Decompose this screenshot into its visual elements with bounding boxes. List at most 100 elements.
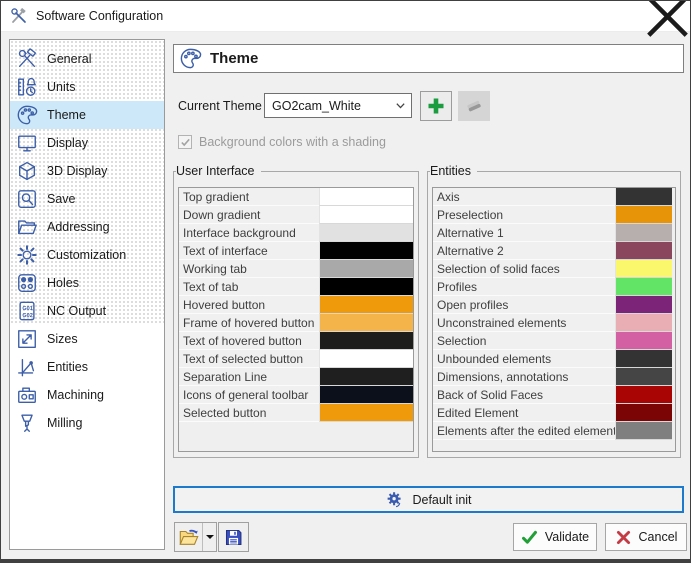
- units-icon: [16, 76, 38, 98]
- color-row-label: Back of Solid Faces: [433, 386, 615, 404]
- color-swatch[interactable]: [319, 386, 413, 404]
- default-init-button[interactable]: Default init: [173, 486, 684, 513]
- color-row-profiles[interactable]: Profiles: [433, 278, 675, 296]
- sidebar-item-addressing[interactable]: Addressing: [10, 213, 164, 241]
- color-row-back-of-solid-faces[interactable]: Back of Solid Faces: [433, 386, 675, 404]
- sidebar-item-save[interactable]: Save: [10, 185, 164, 213]
- sidebar-item-general[interactable]: General: [10, 45, 164, 73]
- color-swatch[interactable]: [319, 368, 413, 386]
- open-theme-button[interactable]: [175, 523, 203, 551]
- add-theme-button[interactable]: [420, 91, 452, 121]
- color-row-text-of-selected-button[interactable]: Text of selected button: [179, 350, 413, 368]
- color-swatch[interactable]: [615, 242, 672, 260]
- color-swatch[interactable]: [615, 278, 672, 296]
- color-row-label: Elements after the edited element: [433, 422, 615, 440]
- sidebar-item-display[interactable]: Display: [10, 129, 164, 157]
- shading-checkbox-row: Background colors with a shading: [178, 135, 386, 149]
- palette-icon: [179, 47, 202, 70]
- open-theme-split-button[interactable]: [174, 522, 217, 552]
- color-row-top-gradient[interactable]: Top gradient: [179, 188, 413, 206]
- color-row-label: Dimensions, annotations: [433, 368, 615, 386]
- color-row-interface-background[interactable]: Interface background: [179, 224, 413, 242]
- color-swatch[interactable]: [615, 206, 672, 224]
- validate-button[interactable]: Validate: [513, 523, 597, 551]
- sidebar-item-customization[interactable]: Customization: [10, 241, 164, 269]
- color-row-working-tab[interactable]: Working tab: [179, 260, 413, 278]
- sidebar-item-label: Milling: [47, 416, 82, 430]
- color-swatch[interactable]: [615, 350, 672, 368]
- color-row-dimensions-annotations[interactable]: Dimensions, annotations: [433, 368, 675, 386]
- save-search-icon: [16, 188, 38, 210]
- color-swatch[interactable]: [319, 260, 413, 278]
- color-swatch[interactable]: [615, 404, 672, 422]
- color-swatch[interactable]: [615, 296, 672, 314]
- color-row-alternative-2[interactable]: Alternative 2: [433, 242, 675, 260]
- sidebar-item-sizes[interactable]: Sizes: [10, 325, 164, 353]
- color-row-text-of-tab[interactable]: Text of tab: [179, 278, 413, 296]
- color-swatch[interactable]: [319, 296, 413, 314]
- color-swatch[interactable]: [319, 278, 413, 296]
- sidebar-item-nc-output[interactable]: G01G02NC Output: [10, 297, 164, 325]
- cancel-label: Cancel: [639, 530, 678, 544]
- color-swatch[interactable]: [615, 422, 672, 440]
- color-swatch[interactable]: [319, 206, 413, 224]
- color-swatch[interactable]: [319, 314, 413, 332]
- check-icon: [521, 529, 538, 546]
- save-theme-button[interactable]: [218, 522, 249, 552]
- color-row-label: Text of tab: [179, 278, 319, 296]
- color-row-unconstrained-elements[interactable]: Unconstrained elements: [433, 314, 675, 332]
- color-row-elements-after-the-edited-element[interactable]: Elements after the edited element: [433, 422, 675, 440]
- color-row-selected-button[interactable]: Selected button: [179, 404, 413, 422]
- open-theme-dropdown-arrow[interactable]: [203, 523, 216, 551]
- cancel-button[interactable]: Cancel: [605, 523, 687, 551]
- sidebar-item-theme[interactable]: Theme: [10, 101, 164, 129]
- monitor-icon: [16, 132, 38, 154]
- color-swatch[interactable]: [319, 242, 413, 260]
- color-swatch[interactable]: [615, 260, 672, 278]
- color-swatch[interactable]: [615, 386, 672, 404]
- sidebar-item-milling[interactable]: Milling: [10, 409, 164, 437]
- color-row-alternative-1[interactable]: Alternative 1: [433, 224, 675, 242]
- window-title: Software Configuration: [36, 9, 163, 23]
- color-swatch[interactable]: [319, 350, 413, 368]
- close-button[interactable]: [645, 1, 690, 31]
- current-theme-select[interactable]: GO2cam_White: [264, 93, 412, 118]
- color-row-down-gradient[interactable]: Down gradient: [179, 206, 413, 224]
- machining-icon: [16, 384, 38, 406]
- folder-icon: [16, 216, 38, 238]
- color-swatch[interactable]: [615, 368, 672, 386]
- color-row-text-of-interface[interactable]: Text of interface: [179, 242, 413, 260]
- color-row-selection[interactable]: Selection: [433, 332, 675, 350]
- color-swatch[interactable]: [615, 314, 672, 332]
- color-row-separation-line[interactable]: Separation Line: [179, 368, 413, 386]
- color-swatch[interactable]: [319, 188, 413, 206]
- shading-checkbox-label: Background colors with a shading: [199, 135, 386, 149]
- color-row-preselection[interactable]: Preselection: [433, 206, 675, 224]
- color-swatch[interactable]: [615, 332, 672, 350]
- color-swatch[interactable]: [615, 188, 672, 206]
- sidebar-item-3d-display[interactable]: 3D Display: [10, 157, 164, 185]
- sidebar-item-machining[interactable]: Machining: [10, 381, 164, 409]
- color-row-unbounded-elements[interactable]: Unbounded elements: [433, 350, 675, 368]
- color-swatch[interactable]: [319, 332, 413, 350]
- sidebar-item-holes[interactable]: Holes: [10, 269, 164, 297]
- color-swatch[interactable]: [319, 224, 413, 242]
- color-row-selection-of-solid-faces[interactable]: Selection of solid faces: [433, 260, 675, 278]
- palette-icon: [16, 104, 38, 126]
- color-row-hovered-button[interactable]: Hovered button: [179, 296, 413, 314]
- color-row-text-of-hovered-button[interactable]: Text of hovered button: [179, 332, 413, 350]
- color-row-label: Frame of hovered button: [179, 314, 319, 332]
- tools-icon: [16, 48, 38, 70]
- sidebar-item-entities[interactable]: Entities: [10, 353, 164, 381]
- sidebar-item-units[interactable]: Units: [10, 73, 164, 101]
- delete-theme-button[interactable]: [458, 91, 490, 121]
- color-row-edited-element[interactable]: Edited Element: [433, 404, 675, 422]
- shading-checkbox[interactable]: [178, 135, 192, 149]
- color-swatch[interactable]: [615, 224, 672, 242]
- color-row-label: Top gradient: [179, 188, 319, 206]
- color-swatch[interactable]: [319, 404, 413, 422]
- color-row-axis[interactable]: Axis: [433, 188, 675, 206]
- color-row-open-profiles[interactable]: Open profiles: [433, 296, 675, 314]
- color-row-frame-of-hovered-button[interactable]: Frame of hovered button: [179, 314, 413, 332]
- color-row-icons-of-general-toolbar[interactable]: Icons of general toolbar: [179, 386, 413, 404]
